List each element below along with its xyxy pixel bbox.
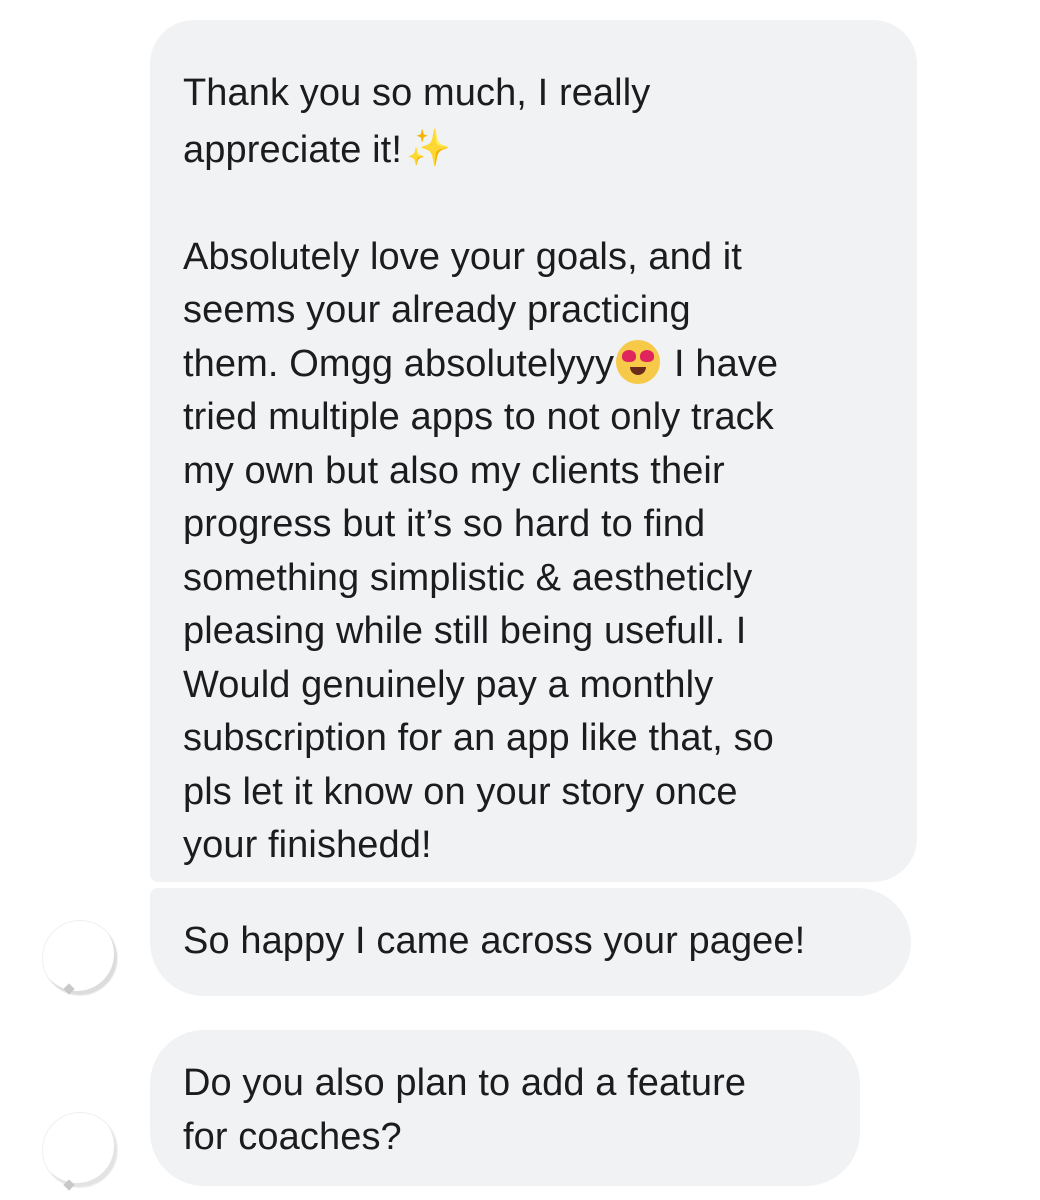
heart-eyes-emoji-icon — [616, 339, 661, 384]
sender-avatar[interactable] — [42, 1112, 118, 1191]
message-bubble[interactable]: So happy I came across your pagee! — [150, 888, 911, 996]
message-bubble[interactable]: Thank you so much, I really appreciate i… — [150, 20, 917, 882]
message-body-part-2: I have tried multiple apps to not only t… — [183, 342, 779, 867]
avatar-edge-mark — [63, 1179, 75, 1191]
message-text: So happy I came across your pagee! — [183, 920, 806, 962]
sender-avatar[interactable] — [42, 920, 118, 996]
sparkles-icon: ✨ — [405, 126, 451, 168]
message-bubble[interactable]: Do you also plan to add a feature for co… — [150, 1030, 860, 1186]
avatar-edge-mark — [63, 983, 75, 995]
message-text: Do you also plan to add a feature for co… — [183, 1062, 747, 1158]
message-text-line-2: appreciate it! — [183, 128, 402, 171]
message-text-line-1: Thank you so much, I really — [183, 72, 651, 114]
